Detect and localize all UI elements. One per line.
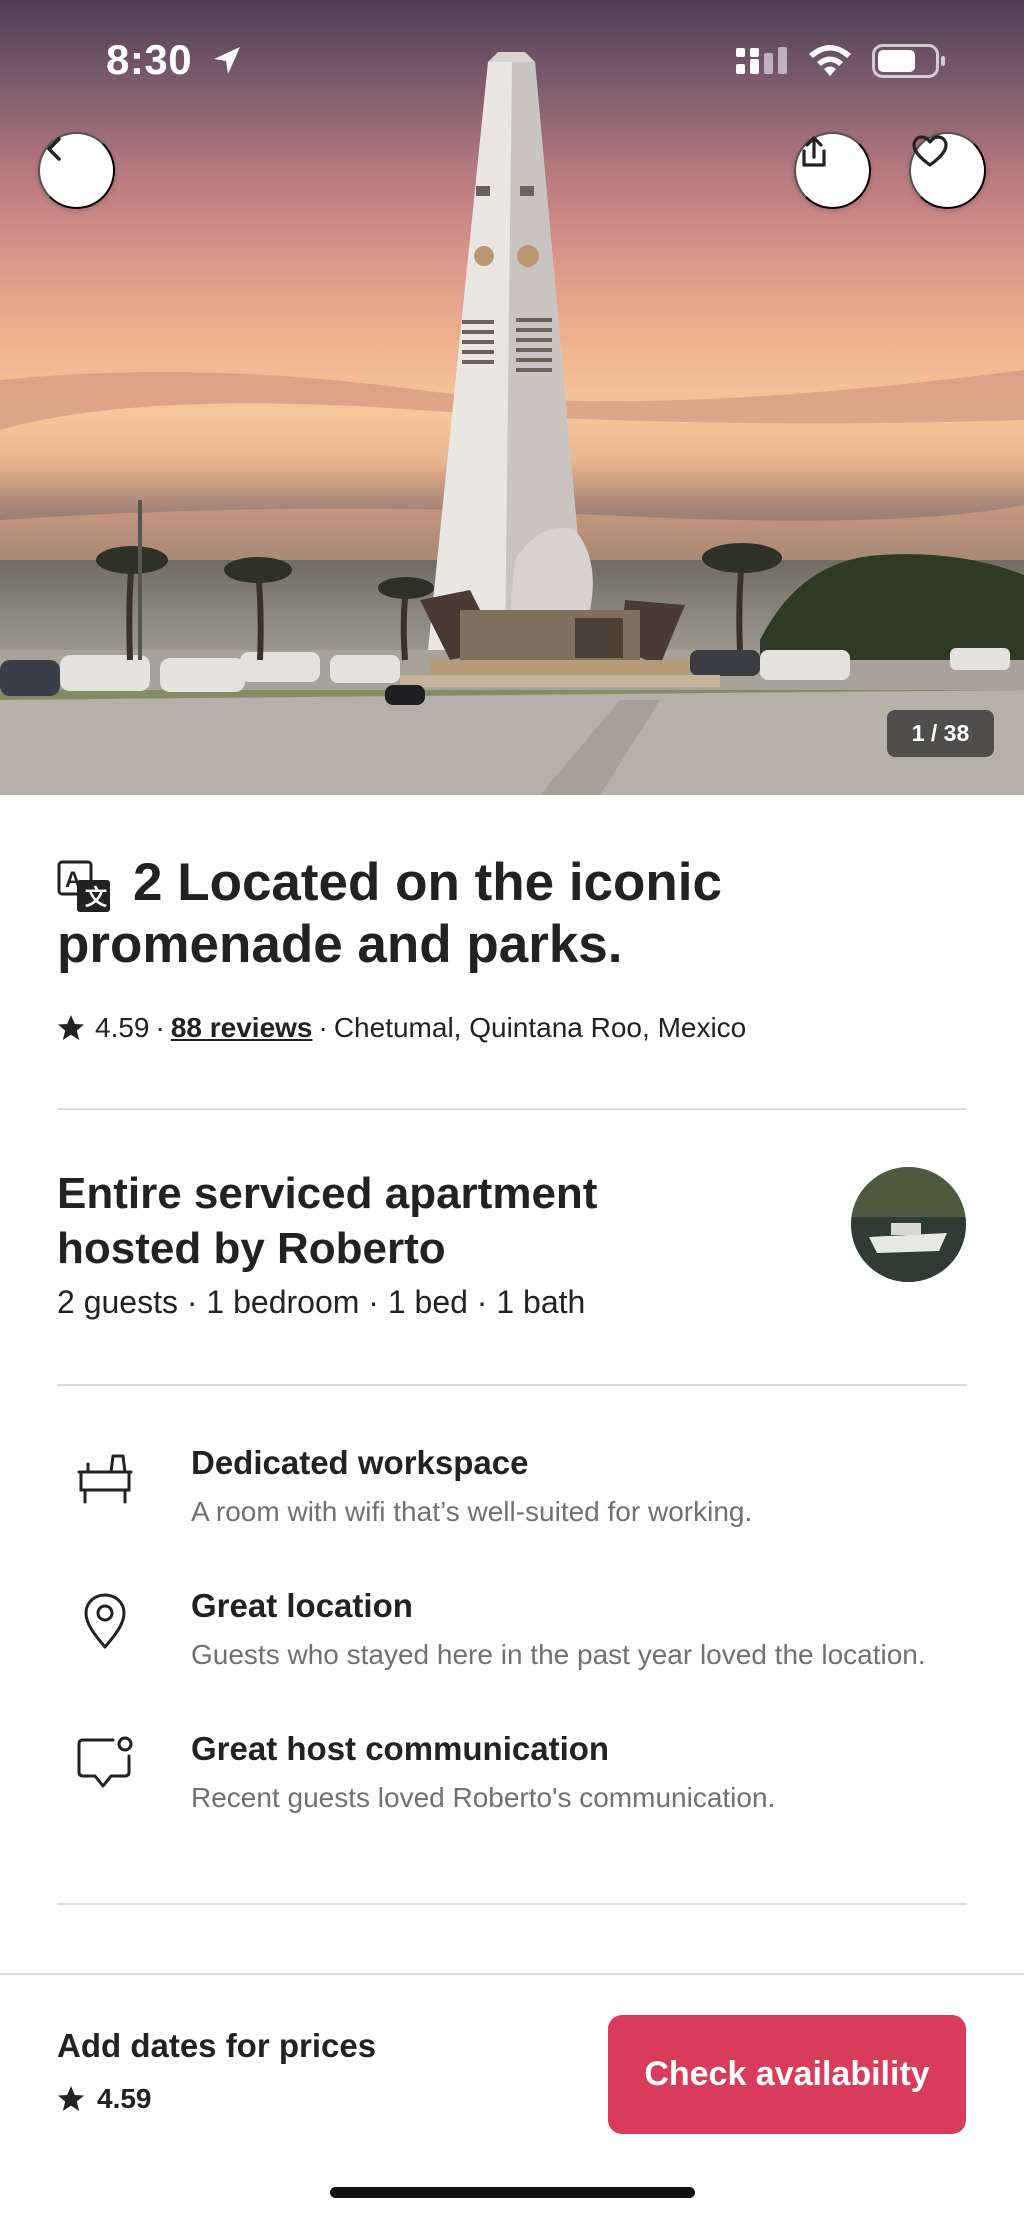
svg-text:文: 文: [85, 885, 108, 910]
feature-title: Great location: [191, 1587, 413, 1624]
reviews-link[interactable]: 88 reviews: [171, 1012, 313, 1044]
feature-description: Guests who stayed here in the past year …: [191, 1639, 926, 1670]
home-indicator[interactable]: [330, 2187, 695, 2198]
divider: [57, 1903, 967, 1905]
star-icon: [58, 1015, 84, 1040]
divider: [57, 1108, 967, 1110]
feature-description: Recent guests loved Roberto's communicat…: [191, 1782, 776, 1813]
status-time: 8:30: [106, 36, 193, 83]
listing-rating-line: 4.59 · 88 reviews · Chetumal, Quintana R…: [57, 1012, 746, 1044]
back-button[interactable]: [38, 132, 115, 209]
separator-dot: ·: [318, 1012, 328, 1043]
price-label[interactable]: Add dates for prices: [57, 2027, 376, 2065]
booking-bar-rating-value: 4.59: [97, 2083, 152, 2114]
listing-title-block: A 文 2 Located on the iconic promenade an…: [57, 852, 967, 976]
separator-dot: ·: [155, 1012, 165, 1043]
feature-title: Great host communication: [191, 1730, 610, 1767]
listing-rating: 4.59: [95, 1012, 150, 1043]
check-availability-button[interactable]: Check availability: [608, 2015, 966, 2134]
obelisk-scene-illustration: [0, 52, 1024, 795]
booking-bar: Add dates for prices 4.59 Check availabi…: [0, 1973, 1024, 2215]
heart-icon: [912, 135, 948, 167]
listing-location[interactable]: Chetumal, Quintana Roo, Mexico: [334, 1012, 746, 1044]
feature-title: Dedicated workspace: [191, 1444, 529, 1481]
location-pin-icon: [75, 1591, 135, 1656]
save-to-wishlist-button[interactable]: [909, 132, 986, 209]
host-title: Entire serviced apartment hosted by Robe…: [57, 1169, 598, 1273]
photo-counter: 1 / 38: [887, 710, 994, 757]
share-icon: [802, 136, 826, 167]
boat-photo: [851, 1167, 966, 1282]
translate-icon[interactable]: A 文: [57, 860, 113, 919]
booking-bar-rating: 4.59: [57, 2083, 152, 2115]
star-icon: [58, 2086, 84, 2111]
chat-bubble-icon: [75, 1734, 135, 1799]
desk-icon: [75, 1448, 135, 1513]
share-button[interactable]: [794, 132, 871, 209]
host-avatar[interactable]: [851, 1167, 966, 1282]
listing-photo[interactable]: 8:30 1 / 38: [0, 0, 1024, 795]
listing-title: 2 Located on the iconic promenade and pa…: [57, 853, 722, 974]
chevron-left-icon: [47, 137, 61, 161]
divider: [57, 1384, 967, 1386]
feature-description: A room with wifi that’s well-suited for …: [191, 1496, 753, 1527]
host-listing-details: 2 guests · 1 bedroom · 1 bed · 1 bath: [57, 1284, 586, 1320]
